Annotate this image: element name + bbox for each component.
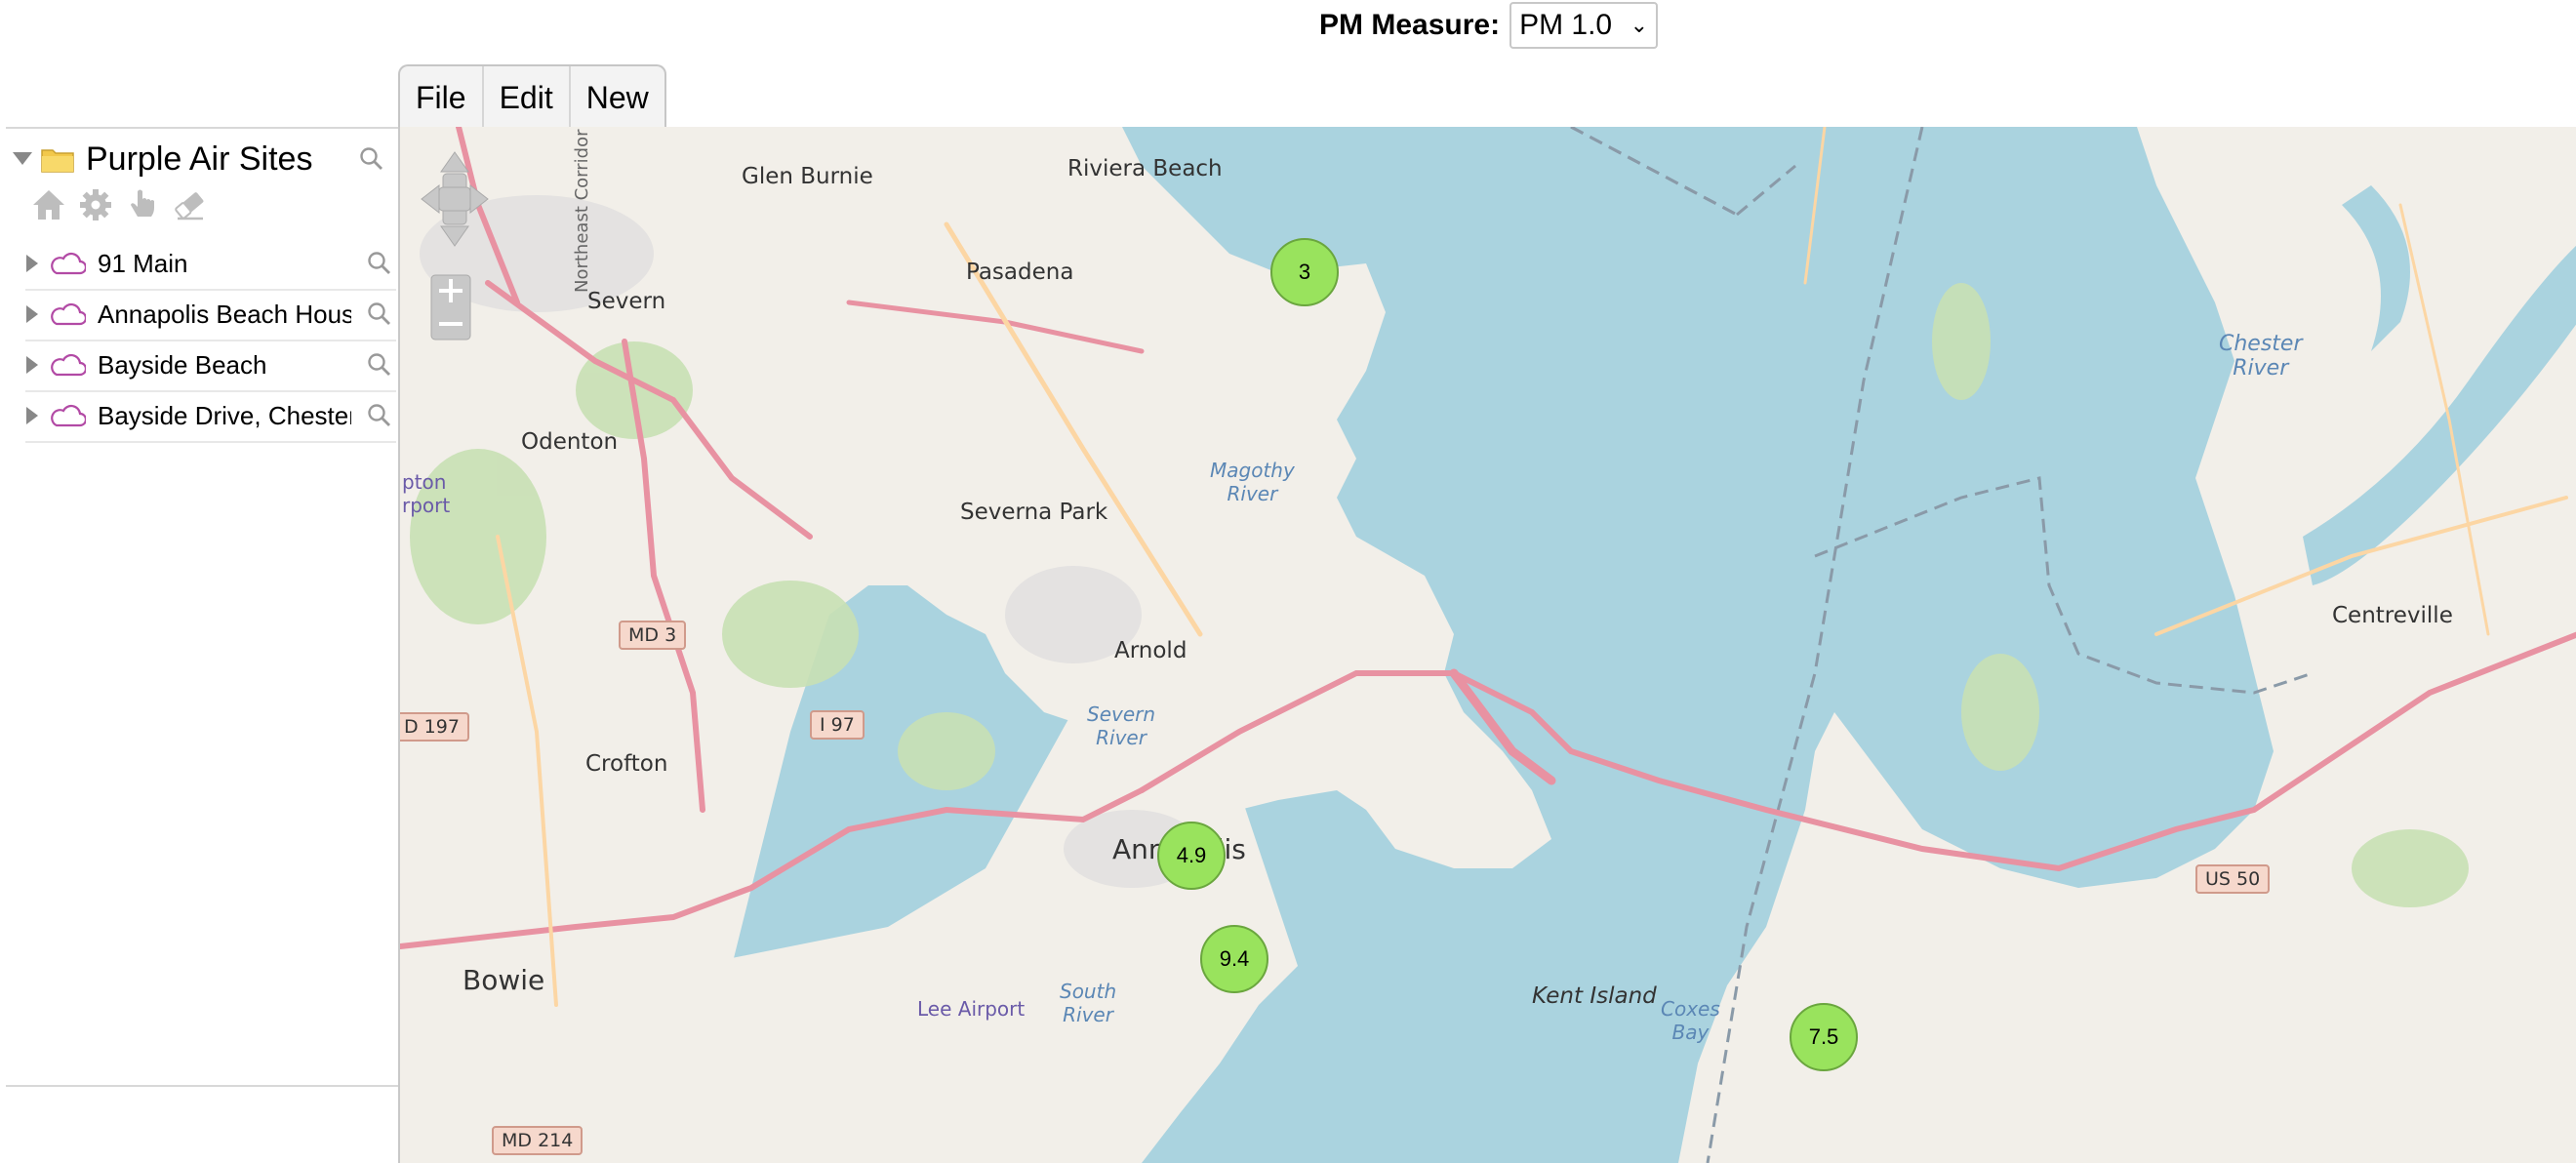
sensor-marker[interactable]: 3 [1270,238,1339,306]
menu-new[interactable]: New [571,66,664,129]
search-icon[interactable] [367,301,392,327]
sensor-marker[interactable]: 4.9 [1157,822,1226,890]
tree-item-bayside-drive[interactable]: Bayside Drive, Chestertown [25,390,396,443]
menu-edit[interactable]: Edit [484,66,571,129]
cloud-icon [51,252,86,275]
tree-item-label: Bayside Drive, Chestertown [98,400,351,430]
road-shield: MD 214 [492,1126,584,1155]
folder-icon [41,149,74,173]
place-label: Lee Airport [917,997,1026,1021]
sensor-marker[interactable]: 9.4 [1200,925,1268,993]
pointer-hand-icon[interactable] [125,187,160,222]
pm-measure-value: PM 1.0 [1519,9,1613,41]
tree-item-label: Annapolis Beach House [98,299,351,329]
menu-file[interactable]: File [400,66,484,129]
road-shield: MD 3 [619,621,687,650]
sensor-marker[interactable]: 7.5 [1790,1003,1858,1071]
expand-triangle-icon[interactable] [25,304,39,324]
road-shield: D 197 [400,712,469,742]
chevron-down-icon: ⌄ [1630,13,1649,37]
menubar: File Edit New [398,64,666,129]
search-icon[interactable] [359,146,384,172]
tree-toolbar [31,187,207,222]
place-label: pton rport [402,470,451,517]
home-icon[interactable] [31,187,66,222]
place-label: Pasadena [966,260,1074,285]
search-icon[interactable] [367,403,392,428]
tree-item-bayside-beach[interactable]: Bayside Beach [25,340,396,392]
road-shield: I 97 [810,710,865,740]
eraser-icon[interactable] [172,187,207,222]
water-label: Magothy River [1210,459,1295,505]
collapse-triangle-icon[interactable] [12,148,33,170]
pan-up-icon [440,151,469,173]
search-icon[interactable] [367,251,392,276]
place-label: Severna Park [960,500,1108,525]
place-label: Arnold [1114,638,1187,663]
place-label: Severn [587,289,666,314]
rail-label: Northeast Corridor [572,129,592,293]
map-view[interactable]: Riviera Beach Glen Burnie Pasadena Sever… [398,127,2576,1163]
place-label: Centreville [2332,603,2453,628]
place-label: Riviera Beach [1067,156,1223,181]
basemap-tiles [400,127,2576,1163]
pm-measure-label: PM Measure: [1319,9,1501,41]
pan-control[interactable] [420,150,490,248]
tree-item-label: 91 Main [98,248,188,278]
pan-down-icon [440,225,469,247]
expand-triangle-icon[interactable] [25,355,39,375]
tree-item-annapolis-beach-house[interactable]: Annapolis Beach House [25,289,396,341]
place-label: Bowie [463,964,545,996]
pm-measure-select[interactable]: PM 1.0 ⌄ [1509,2,1659,49]
tree-item-label: Bayside Beach [98,349,267,380]
water-label: South River [1060,980,1117,1026]
place-label: Kent Island [1532,983,1657,1009]
water-label: Chester River [2219,332,2303,381]
place-label: Glen Burnie [742,164,873,189]
expand-triangle-icon[interactable] [25,254,39,273]
gear-icon[interactable] [78,187,113,222]
pan-right-icon [469,183,489,215]
search-icon[interactable] [367,352,392,378]
expand-triangle-icon[interactable] [25,406,39,425]
pm-measure-bar: PM Measure: PM 1.0 ⌄ [1319,0,1659,51]
pan-left-icon [421,183,440,215]
layer-tree: Purple Air Sites 91 Main Annapolis Beach… [6,127,398,1087]
zoom-control[interactable] [429,273,472,341]
water-label: Severn River [1087,702,1156,749]
tree-root-purple-air-sites[interactable]: Purple Air Sites [12,135,394,183]
water-label: Coxes Bay [1661,997,1720,1044]
tree-item-91-main[interactable]: 91 Main [25,238,396,291]
cloud-icon [51,353,86,377]
place-label: Odenton [521,429,619,455]
place-label: Crofton [585,751,668,777]
cloud-icon [51,404,86,427]
cloud-icon [51,302,86,326]
tree-root-label: Purple Air Sites [86,140,313,178]
road-shield: US 50 [2195,864,2271,894]
